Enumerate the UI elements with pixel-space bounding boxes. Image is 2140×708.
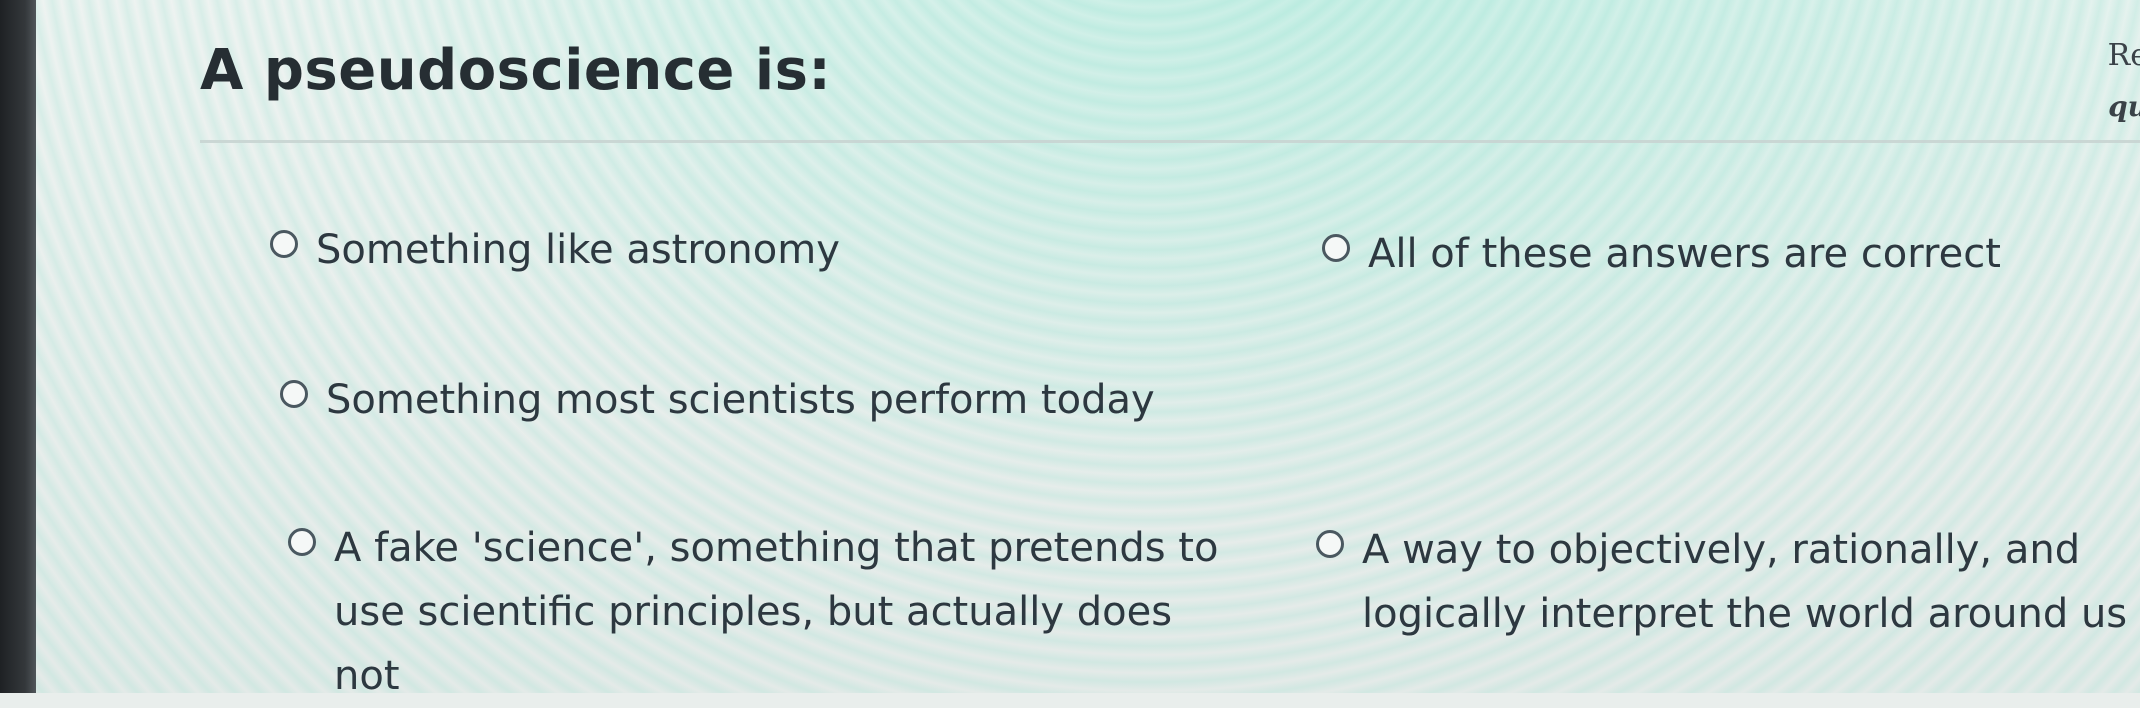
answer-label: Something most scientists perform today	[326, 377, 1155, 423]
answer-option-fake-science[interactable]: A fake 'science', something that pretend…	[288, 516, 1228, 708]
answer-label: A fake 'science', something that pretend…	[334, 525, 1219, 699]
answer-option-objective-way[interactable]: A way to objectively, rationally, and lo…	[1316, 518, 2140, 646]
answer-label: A way to objectively, rationally, and lo…	[1362, 527, 2128, 637]
answer-label: Something like astronomy	[316, 227, 840, 273]
radio-button[interactable]	[270, 230, 298, 258]
answer-option-all-correct[interactable]: All of these answers are correct	[1322, 222, 2001, 286]
side-panel-text: Re	[2107, 38, 2140, 73]
radio-button[interactable]	[280, 380, 308, 408]
side-panel-text-2: qu	[2108, 90, 2140, 123]
radio-button[interactable]	[1322, 234, 1350, 262]
answer-label: All of these answers are correct	[1368, 231, 2001, 277]
radio-button[interactable]	[1316, 530, 1344, 558]
screen-bezel	[0, 0, 36, 693]
answer-option-astronomy[interactable]: Something like astronomy	[270, 218, 840, 282]
answer-option-scientists-today[interactable]: Something most scientists perform today	[280, 368, 1155, 432]
radio-button[interactable]	[288, 528, 316, 556]
question-divider	[200, 140, 2140, 143]
question-title: A pseudoscience is:	[200, 38, 832, 103]
